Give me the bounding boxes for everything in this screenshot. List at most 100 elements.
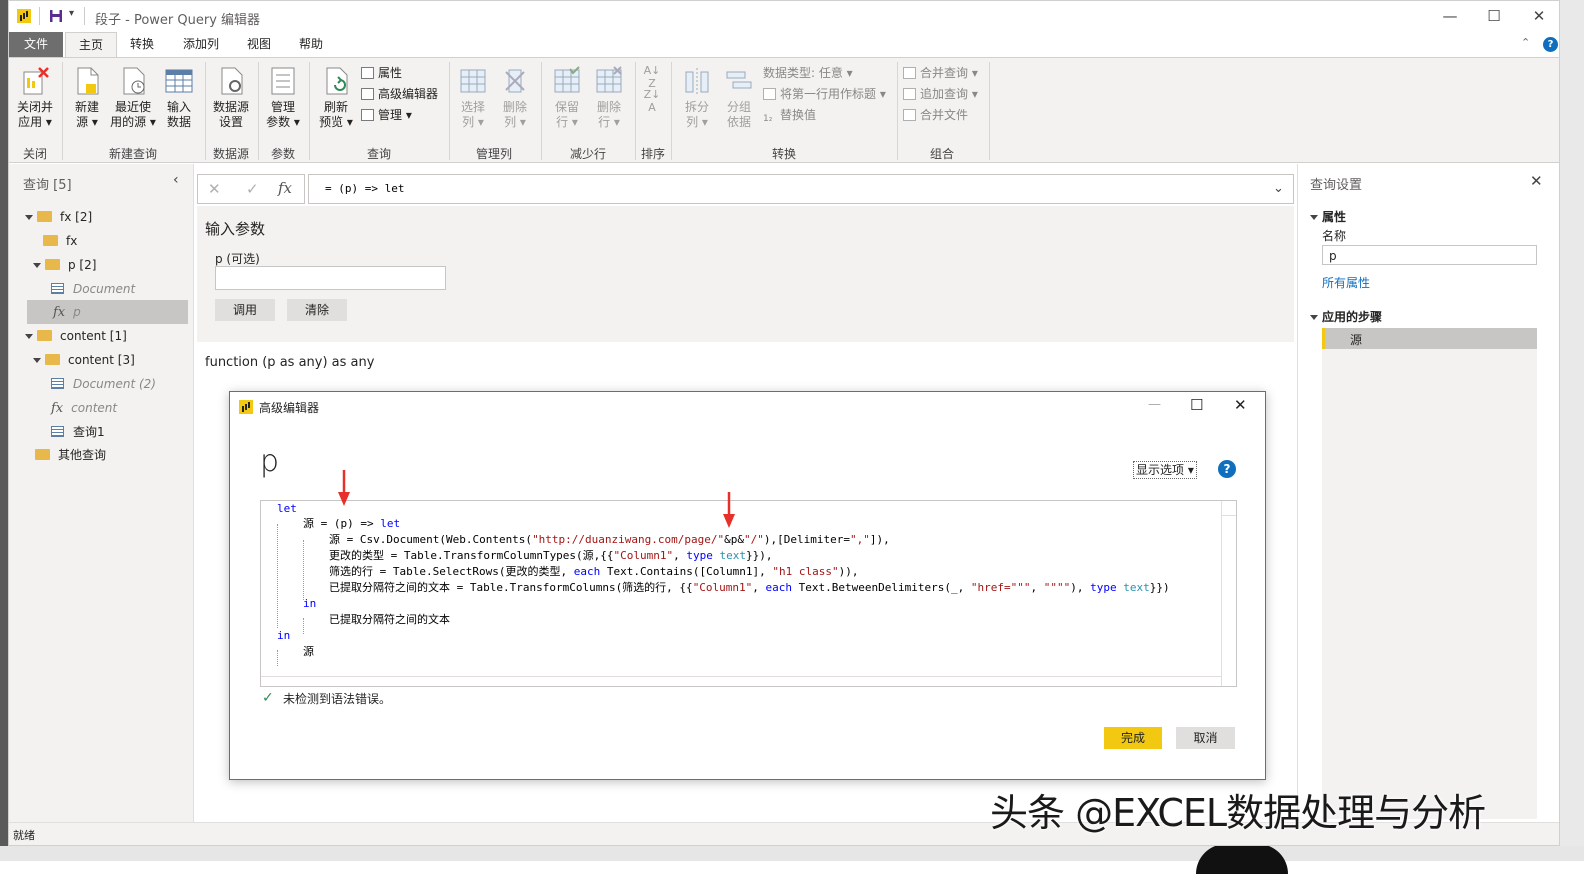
tab-help[interactable]: 帮助 bbox=[291, 32, 331, 57]
tree-label: content [1] bbox=[60, 329, 127, 343]
remove-columns-button[interactable]: 删除 列 ▾ bbox=[495, 62, 535, 130]
sort-descending-button[interactable]: Z↓ A bbox=[641, 88, 663, 114]
tree-folder[interactable]: 其他查询 bbox=[35, 443, 106, 467]
append-queries-button[interactable]: 追加查询 ▾ bbox=[903, 85, 978, 105]
first-row-headers-button[interactable]: 将第一行用作标题 ▾ bbox=[763, 85, 886, 105]
properties-button[interactable]: 属性 bbox=[361, 64, 402, 84]
tree-folder[interactable]: fx [2] bbox=[25, 205, 92, 229]
confirm-formula-icon[interactable]: ✓ bbox=[246, 180, 259, 198]
queries-pane: 查询 [5] ‹ fx [2] fx p [2] Document fx p co… bbox=[9, 164, 194, 822]
close-apply-button[interactable]: 关闭并 应用 ▾ bbox=[13, 62, 57, 130]
maximize-button[interactable]: ☐ bbox=[1482, 6, 1506, 26]
dialog-minimize-button[interactable]: — bbox=[1148, 397, 1161, 412]
tab-transform[interactable]: 转换 bbox=[121, 32, 163, 57]
indent-guide bbox=[303, 618, 304, 634]
tree-query[interactable]: Document bbox=[51, 277, 135, 301]
choose-columns-label-1: 选择 bbox=[460, 100, 485, 114]
tree-folder[interactable]: fx bbox=[43, 229, 77, 253]
collapse-ribbon-icon[interactable]: ⌃ bbox=[1521, 36, 1530, 49]
datasource-settings-button[interactable]: 数据源 设置 bbox=[209, 62, 253, 130]
query-name-input[interactable]: p bbox=[1322, 245, 1537, 265]
minimize-button[interactable]: — bbox=[1438, 6, 1462, 26]
applied-step-item[interactable]: 源 bbox=[1322, 328, 1537, 349]
properties-section-label: 属性 bbox=[1322, 210, 1347, 224]
close-apply-label-2: 应用 ▾ bbox=[18, 115, 52, 129]
code-line: 已提取分隔符之间的文本 bbox=[329, 613, 450, 626]
tab-add-column[interactable]: 添加列 bbox=[175, 32, 227, 57]
collapse-pane-icon[interactable]: ‹ bbox=[173, 172, 179, 188]
keep-rows-button[interactable]: 保留 行 ▾ bbox=[547, 62, 587, 130]
tree-query[interactable]: Document (2) bbox=[51, 372, 156, 396]
group-separator bbox=[897, 62, 898, 160]
combine-files-button[interactable]: 合并文件 bbox=[903, 106, 968, 126]
quick-access-dropdown-icon[interactable]: ▾ bbox=[69, 8, 74, 19]
help-icon[interactable]: ? bbox=[1543, 37, 1558, 52]
keep-rows-icon bbox=[552, 66, 582, 96]
group-label-reduce-rows: 减少行 bbox=[569, 147, 606, 161]
expand-triangle-icon bbox=[33, 263, 41, 268]
dialog-help-icon[interactable]: ? bbox=[1218, 460, 1236, 478]
tab-home[interactable]: 主页 bbox=[65, 32, 117, 58]
tab-file[interactable]: 文件 bbox=[9, 32, 63, 57]
group-label-manage-columns: 管理列 bbox=[475, 147, 512, 161]
close-button[interactable]: ✕ bbox=[1527, 6, 1551, 26]
remove-columns-icon bbox=[500, 66, 530, 96]
sort-ascending-button[interactable]: A↓ Z bbox=[641, 64, 663, 90]
recent-sources-button[interactable]: 最近使 用的源 ▾ bbox=[109, 62, 157, 130]
query-name-value: p bbox=[1329, 249, 1337, 263]
dialog-maximize-button[interactable]: ☐ bbox=[1190, 396, 1203, 414]
tree-folder[interactable]: p [2] bbox=[33, 253, 96, 277]
applied-steps-section[interactable]: 应用的步骤 bbox=[1310, 308, 1382, 325]
split-column-button[interactable]: 拆分 列 ▾ bbox=[677, 62, 717, 130]
merge-queries-button[interactable]: 合并查询 ▾ bbox=[903, 64, 978, 84]
cancel-formula-icon[interactable]: ✕ bbox=[208, 180, 221, 198]
enter-data-button[interactable]: 输入 数据 bbox=[159, 62, 199, 130]
advanced-editor-button[interactable]: 高级编辑器 bbox=[361, 85, 438, 105]
replace-values-button[interactable]: 1₂ 替换值 bbox=[763, 106, 816, 126]
queries-pane-title: 查询 [5] bbox=[23, 178, 72, 193]
table-headers-icon bbox=[763, 88, 776, 100]
code-line: 源 = Csv.Document(Web.Contents("http://du… bbox=[329, 533, 890, 546]
manage-params-label-1: 管理 bbox=[270, 100, 295, 114]
enter-params-title: 输入参数 bbox=[205, 220, 266, 238]
expand-formula-icon[interactable]: ⌄ bbox=[1273, 181, 1284, 196]
tree-folder[interactable]: content [1] bbox=[25, 324, 127, 348]
tree-label: Document (2) bbox=[73, 377, 156, 391]
manage-button[interactable]: 管理 ▾ bbox=[361, 106, 412, 126]
close-settings-icon[interactable]: ✕ bbox=[1530, 172, 1543, 190]
data-type-label: 数据类型: 任意 ▾ bbox=[763, 66, 853, 80]
dialog-close-button[interactable]: ✕ bbox=[1234, 396, 1247, 414]
name-label: 名称 bbox=[1322, 229, 1347, 243]
formula-input[interactable]: = (p) => let ⌄ bbox=[308, 174, 1294, 204]
properties-section[interactable]: 属性 bbox=[1310, 208, 1346, 225]
refresh-preview-button[interactable]: 刷新 预览 ▾ bbox=[313, 62, 359, 130]
done-button[interactable]: 完成 bbox=[1104, 727, 1162, 749]
new-source-button[interactable]: 新建 源 ▾ bbox=[67, 62, 107, 130]
manage-params-button[interactable]: 管理 参数 ▾ bbox=[261, 62, 305, 130]
fx-icon[interactable]: fx bbox=[278, 179, 292, 197]
group-by-button[interactable]: 分组 依据 bbox=[719, 62, 759, 130]
manage-params-label-2: 参数 ▾ bbox=[266, 115, 300, 129]
indent-guide bbox=[277, 650, 278, 666]
cancel-button[interactable]: 取消 bbox=[1176, 727, 1235, 749]
tree-folder[interactable]: content [3] bbox=[33, 348, 135, 372]
clear-button[interactable]: 清除 bbox=[287, 299, 347, 321]
remove-rows-button[interactable]: 删除 行 ▾ bbox=[589, 62, 629, 130]
code-editor[interactable]: let 源 = (p) => let 源 = Csv.Document(Web.… bbox=[260, 500, 1237, 687]
tree-query[interactable]: fx content bbox=[51, 396, 117, 420]
table-icon bbox=[51, 283, 64, 294]
all-properties-link[interactable]: 所有属性 bbox=[1322, 274, 1370, 291]
tree-query[interactable]: 查询1 bbox=[51, 420, 105, 444]
tree-query-selected[interactable]: fx p bbox=[27, 300, 188, 324]
data-type-dropdown[interactable]: 数据类型: 任意 ▾ bbox=[763, 64, 853, 84]
invoke-button[interactable]: 调用 bbox=[215, 299, 275, 321]
manage-label: 管理 ▾ bbox=[378, 108, 412, 122]
choose-columns-button[interactable]: 选择 列 ▾ bbox=[453, 62, 493, 130]
refresh-preview-icon bbox=[321, 66, 351, 96]
replace-values-label: 替换值 bbox=[780, 108, 817, 122]
param-input[interactable] bbox=[215, 266, 446, 290]
display-options-dropdown[interactable]: 显示选项 ▾ bbox=[1133, 461, 1197, 479]
tab-view[interactable]: 视图 bbox=[239, 32, 279, 57]
group-separator bbox=[309, 62, 310, 160]
save-icon[interactable] bbox=[49, 9, 63, 23]
